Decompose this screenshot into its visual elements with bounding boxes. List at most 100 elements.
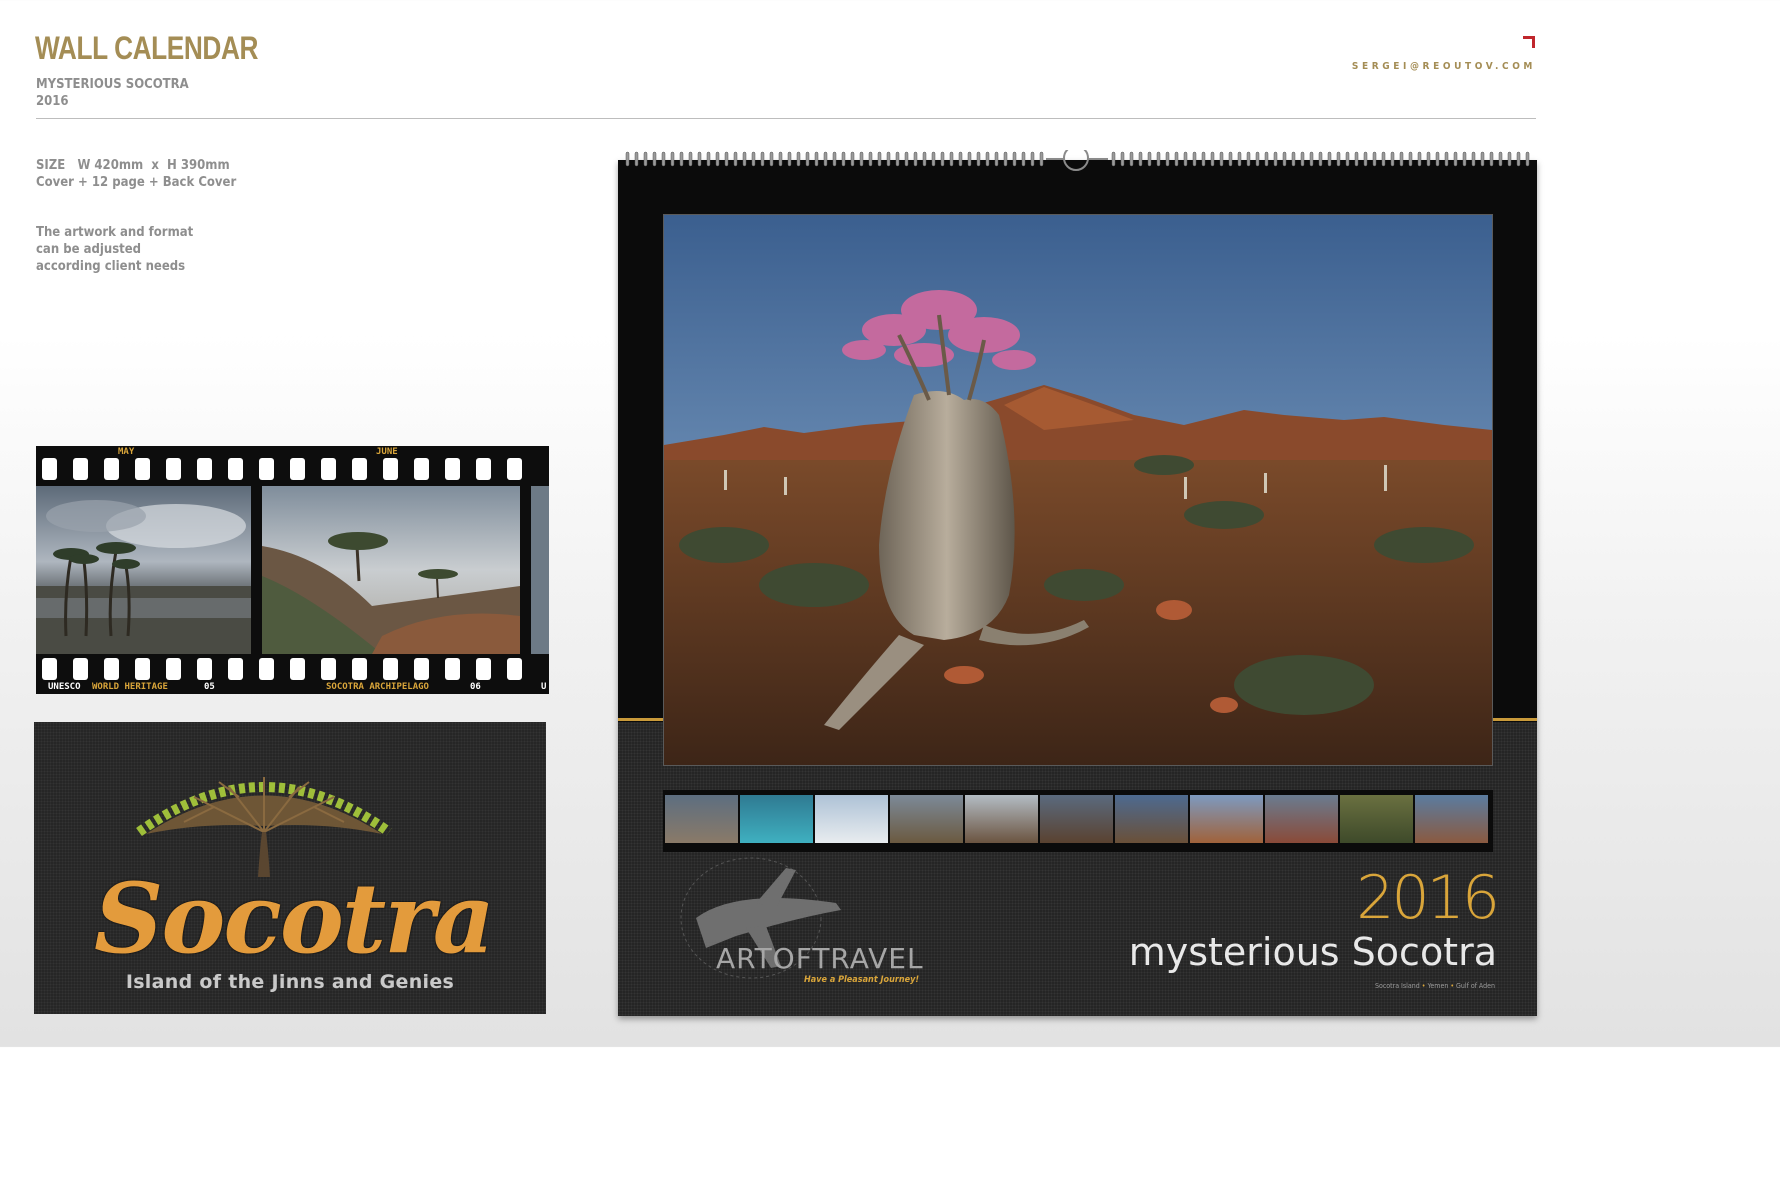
location-part: Gulf of Aden [1456,982,1495,990]
spiral-loop [1156,151,1161,167]
film-label-heritage: WORLD HERITAGE [92,682,168,692]
spiral-loop [1417,151,1422,167]
bottle-tree-photo [664,215,1492,765]
spiral-loop [913,151,918,167]
spiral-loop [1210,151,1215,167]
spiral-loop [1426,151,1431,167]
film-frame-june [262,486,520,654]
spiral-loop [1507,151,1512,167]
art-of-travel-logo: ARTOFTRAVEL [716,942,924,975]
location-part: Socotra Island [1374,982,1420,990]
spiral-loop [1300,151,1305,167]
spiral-loop [661,151,666,167]
film-strip-preview: MAY JUNE UNESCO WORLD HERITAGE 05 SOCOTR… [36,446,549,694]
spiral-loop [1462,151,1467,167]
calendar-title: mysterious Socotra [1128,930,1497,974]
email-link[interactable]: SERGEI@REOUTOV.COM [1352,61,1536,72]
note-line: can be adjusted [36,242,142,257]
spiral-loop [1471,151,1476,167]
hanger-ring-icon [1063,150,1089,171]
spiral-loop [1264,151,1269,167]
calendar-year: 2016 [1356,863,1500,933]
socotra-tagline: Island of the Jinns and Genies [125,971,455,993]
year-label: 2016 [36,94,69,109]
film-label-cut: U [541,682,547,692]
spiral-loop [1021,151,1026,167]
film-label-june: JUNE [376,447,398,457]
spiral-loop [1147,151,1152,167]
film-frame-next [531,486,549,654]
art-of-travel-tagline: Have a Pleasant Journey! [804,975,920,985]
spiral-loop [886,151,891,167]
spiral-loop [958,151,963,167]
spiral-loop [1111,151,1116,167]
film-frame-may [36,486,251,654]
film-frame-number: 06 [470,682,481,692]
spiral-loop [1291,151,1296,167]
spiral-loop [1129,151,1134,167]
spiral-loop [1120,151,1125,167]
film-holes-bottom [36,658,549,684]
spiral-loop [1489,151,1494,167]
spiral-loop [634,151,639,167]
spiral-loop [1039,151,1044,167]
spiral-loop [976,151,981,167]
spiral-loop [1003,151,1008,167]
format-note: The artwork and format can be adjusted a… [36,224,193,275]
page-title: WALL CALENDAR [35,30,259,66]
spiral-loop [922,151,927,167]
corner-mark-icon [1523,36,1535,48]
spiral-loop [751,151,756,167]
month-thumbnail [890,795,963,843]
month-thumbnail [1040,795,1113,843]
spiral-loop [1012,151,1017,167]
spiral-loop [706,151,711,167]
spiral-loop [868,151,873,167]
spiral-loop [1453,151,1458,167]
wall-calendar-mockup: ARTOFTRAVEL Have a Pleasant Journey! 201… [618,160,1537,1016]
spiral-loop [1201,151,1206,167]
spiral-loop [832,151,837,167]
spiral-loop [1309,151,1314,167]
spiral-loop [670,151,675,167]
dragon-tree-photo [262,486,520,654]
spiral-loop [796,151,801,167]
spiral-loop [940,151,945,167]
spiral-loop [1138,151,1143,167]
spiral-loop [1192,151,1197,167]
spiral-loop [859,151,864,167]
spiral-loop [643,151,648,167]
spiral-binding [625,150,1530,171]
spiral-loop [994,151,999,167]
spiral-loop [1183,151,1188,167]
spiral-loop [1174,151,1179,167]
month-thumbnail [1115,795,1188,843]
spiral-loop [625,151,630,167]
spiral-loop [814,151,819,167]
socotra-logo-card: Socotra Island of the Jinns and Genies [34,722,546,1014]
spiral-loop [1327,151,1332,167]
spiral-loop [1354,151,1359,167]
spiral-loop [805,151,810,167]
spiral-loop [1219,151,1224,167]
month-thumbnail [665,795,738,843]
spiral-loop [1336,151,1341,167]
spiral-loop [1282,151,1287,167]
spiral-loop [1030,151,1035,167]
spiral-loop [1516,151,1521,167]
spiral-loop [742,151,747,167]
spiral-loop [985,151,990,167]
spiral-loop [1444,151,1449,167]
spiral-loop [841,151,846,167]
spiral-loop [904,151,909,167]
palm-lagoon-photo [36,486,251,654]
month-thumbnail [1415,795,1488,843]
film-holes-top [36,458,549,484]
spiral-loop [1408,151,1413,167]
spiral-loop [778,151,783,167]
spiral-loop [877,151,882,167]
spiral-loop [967,151,972,167]
spiral-loop [1435,151,1440,167]
film-frame-number: 05 [204,682,215,692]
spiral-loop [1237,151,1242,167]
